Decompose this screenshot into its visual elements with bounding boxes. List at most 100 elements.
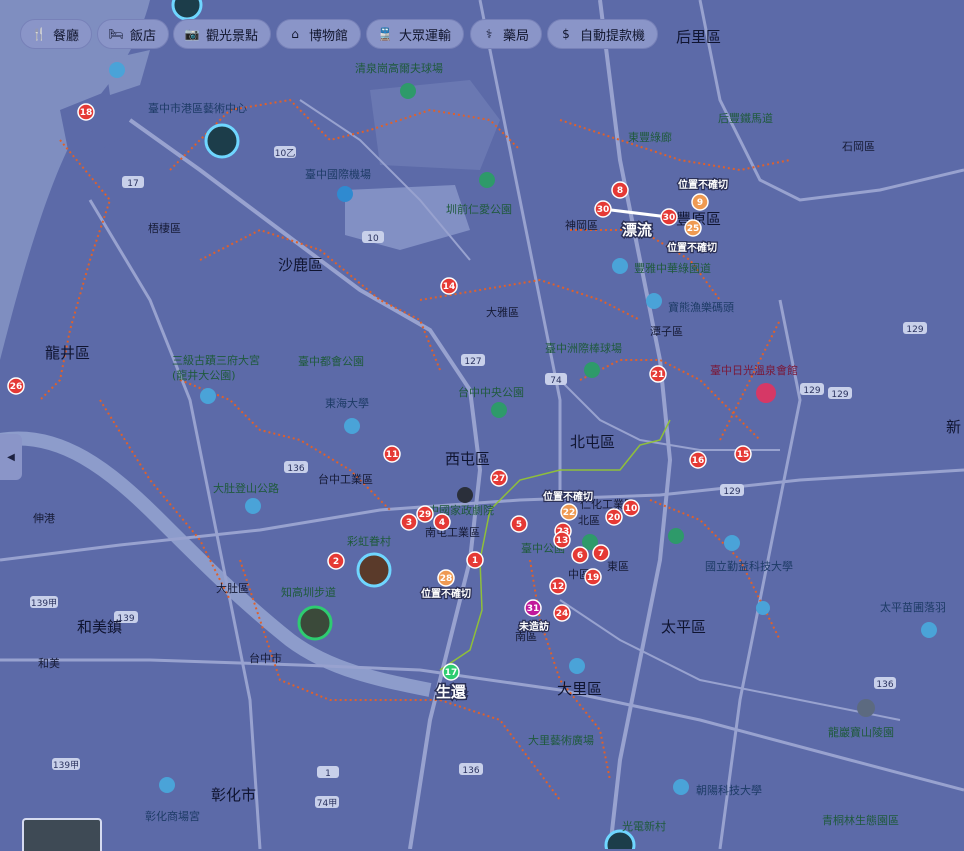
svg-text:74: 74 bbox=[550, 376, 562, 386]
marker-pin[interactable]: 22 bbox=[560, 503, 578, 521]
marker-pin[interactable]: 4 bbox=[433, 513, 451, 531]
svg-text:10: 10 bbox=[367, 234, 379, 244]
layers-thumbnail[interactable] bbox=[22, 818, 102, 851]
svg-text:25: 25 bbox=[687, 224, 700, 234]
chip-label: 藥局 bbox=[503, 28, 530, 44]
place-label: 大肚登山公路 bbox=[213, 481, 279, 495]
marker-pin[interactable]: 28 bbox=[437, 569, 455, 587]
place-label: 台中工業區 bbox=[318, 472, 373, 486]
museum-icon: ⌂ bbox=[291, 27, 299, 41]
svg-text:15: 15 bbox=[737, 450, 750, 460]
place-label: 大里藝術廣場 bbox=[528, 733, 594, 747]
side-panel-toggle[interactable]: ◀ bbox=[0, 434, 22, 480]
marker-pin[interactable]: 11 bbox=[383, 445, 401, 463]
marker-pin[interactable]: 21 bbox=[649, 365, 667, 383]
marker-pin[interactable]: 31 bbox=[524, 599, 542, 617]
svg-text:12: 12 bbox=[552, 582, 565, 592]
svg-text:129: 129 bbox=[803, 386, 820, 396]
restaurant-icon: 🍴 bbox=[31, 27, 47, 41]
filter-chip-pharmacy[interactable]: ⚕ 藥局 bbox=[470, 19, 543, 49]
pharmacy-icon: ⚕ bbox=[485, 27, 493, 41]
svg-text:30: 30 bbox=[597, 205, 610, 215]
marker-pin[interactable]: 1 bbox=[466, 551, 484, 569]
marker-pin[interactable]: 13 bbox=[553, 531, 571, 549]
district-label: 石岡區 bbox=[842, 140, 875, 153]
district-label: 東區 bbox=[607, 560, 629, 573]
marker-pin[interactable]: 5 bbox=[510, 515, 528, 533]
marker-pin[interactable]: 6 bbox=[571, 546, 589, 564]
marker-pin[interactable]: 29 bbox=[416, 505, 434, 523]
marker-pin[interactable]: 9 bbox=[691, 193, 709, 211]
marker-pin[interactable]: 30 bbox=[594, 200, 612, 218]
district-label: 沙鹿區 bbox=[278, 256, 323, 274]
marker-pin[interactable]: 18 bbox=[77, 103, 95, 121]
filter-chip-atm[interactable]: $ 自動提款機 bbox=[547, 19, 659, 49]
note-uncertain: 位置不確切 bbox=[543, 490, 593, 503]
district-label: 太平區 bbox=[661, 618, 706, 636]
district-label: 梧棲區 bbox=[148, 221, 181, 235]
district-label: 伸港 bbox=[33, 512, 55, 525]
marker-pin[interactable]: 26 bbox=[7, 377, 25, 395]
district-label: 和美 bbox=[38, 657, 60, 670]
chip-label: 觀光景點 bbox=[206, 28, 259, 44]
place-label: 龍巖寶山陵園 bbox=[828, 725, 894, 739]
marker-pin[interactable]: 7 bbox=[592, 544, 610, 562]
note-uncertain: 位置不確切 bbox=[421, 587, 471, 600]
svg-text:22: 22 bbox=[563, 508, 576, 518]
district-label: 新 bbox=[946, 418, 961, 436]
marker-pin[interactable]: 3 bbox=[400, 513, 418, 531]
university-icon bbox=[344, 418, 360, 434]
park-icon bbox=[479, 172, 495, 188]
svg-text:139甲: 139甲 bbox=[53, 760, 79, 771]
place-label: 寶熊漁樂碼頭 bbox=[668, 300, 734, 314]
svg-text:20: 20 bbox=[608, 513, 621, 523]
photo-spot-icon bbox=[921, 622, 937, 638]
marker-pin[interactable]: 8 bbox=[611, 181, 629, 199]
map-canvas[interactable]: 17 10乙 10 127 136 74 129 129 139甲 139 13… bbox=[0, 0, 964, 849]
filter-chip-restaurant[interactable]: 🍴 餐廳 bbox=[20, 19, 93, 49]
place-label: 臺中洲際棒球場 bbox=[545, 341, 622, 355]
temple-icon bbox=[200, 388, 216, 404]
marker-pin[interactable]: 16 bbox=[689, 451, 707, 469]
place-label: 清泉崗高爾夫球場 bbox=[355, 61, 443, 75]
place-label: 知高圳步道 bbox=[281, 585, 336, 599]
place-label: 彩虹眷村 bbox=[347, 534, 391, 548]
place-label: 臺中國際機場 bbox=[305, 167, 371, 181]
place-label: 國立勤益科技大學 bbox=[705, 559, 793, 573]
atm-icon: $ bbox=[562, 27, 570, 41]
marker-pin[interactable]: 24 bbox=[553, 604, 571, 622]
place-label: 朝陽科技大學 bbox=[696, 783, 762, 797]
svg-text:19: 19 bbox=[587, 573, 600, 583]
filter-chip-attractions[interactable]: 📷 觀光景點 bbox=[173, 19, 272, 49]
svg-text:6: 6 bbox=[577, 551, 583, 561]
filter-chip-museum[interactable]: ⌂ 博物館 bbox=[276, 19, 362, 49]
cemetery-icon bbox=[857, 699, 875, 717]
university-icon bbox=[673, 779, 689, 795]
marker-pin[interactable]: 14 bbox=[440, 277, 458, 295]
marker-pin[interactable]: 17 bbox=[442, 663, 460, 681]
marker-pin[interactable]: 25 bbox=[684, 219, 702, 237]
greenway-icon bbox=[612, 258, 628, 274]
marker-pin[interactable]: 20 bbox=[605, 508, 623, 526]
golf-icon bbox=[400, 83, 416, 99]
place-label: 臺中都會公園 bbox=[298, 354, 364, 368]
marker-pin[interactable]: 10 bbox=[622, 499, 640, 517]
marker-pin[interactable]: 19 bbox=[584, 568, 602, 586]
marker-pin[interactable]: 12 bbox=[549, 577, 567, 595]
filter-chip-transit[interactable]: 🚆 大眾運輸 bbox=[366, 19, 465, 49]
filter-chip-hotel[interactable]: 🛏 飯店 bbox=[97, 19, 170, 49]
park-icon bbox=[668, 528, 684, 544]
fishing-icon bbox=[646, 293, 662, 309]
marker-pin[interactable]: 30 bbox=[660, 208, 678, 226]
note-uncertain: 位置不確切 bbox=[667, 241, 717, 254]
place-label: 后豐鐵馬道 bbox=[718, 111, 773, 125]
rainbow-village-photo-icon bbox=[356, 552, 392, 588]
district-label: 台中市 bbox=[249, 651, 282, 665]
place-label: 太平苗圃落羽 bbox=[880, 601, 946, 614]
marker-pin[interactable]: 15 bbox=[734, 445, 752, 463]
marker-pin[interactable]: 2 bbox=[327, 552, 345, 570]
marker-pin[interactable]: 27 bbox=[490, 469, 508, 487]
svg-text:21: 21 bbox=[652, 370, 665, 380]
svg-text:29: 29 bbox=[419, 510, 432, 520]
svg-text:129: 129 bbox=[906, 325, 923, 335]
